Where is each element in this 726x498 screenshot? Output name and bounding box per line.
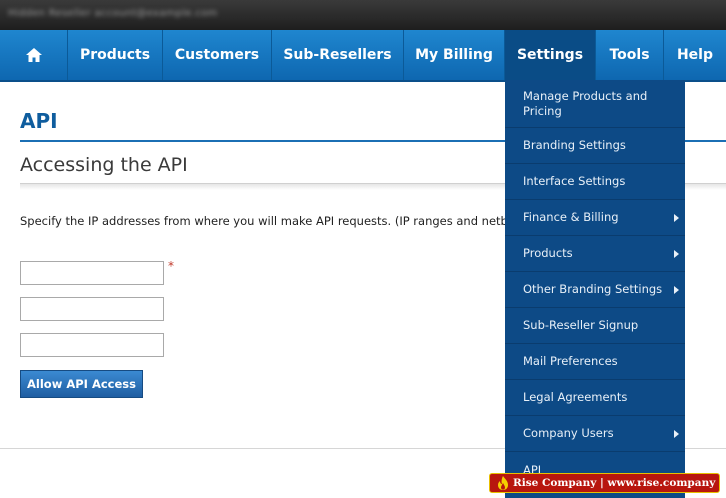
nav-sub-resellers[interactable]: Sub-Resellers [272,30,404,80]
section-title: Accessing the API [20,154,188,176]
ip-address-input-3[interactable] [20,333,164,357]
submenu-arrow-icon [674,429,679,438]
menu-item-products[interactable]: Products [505,236,685,272]
nav-settings[interactable]: Settings [505,30,596,80]
submenu-arrow-icon [674,213,679,222]
menu-item-legal-agreements[interactable]: Legal Agreements [505,380,685,416]
menu-item-label: Company Users [523,426,614,440]
menu-item-label: Sub-Reseller Signup [523,318,639,332]
settings-dropdown-menu: Manage Products and Pricing Branding Set… [505,80,685,498]
watermark-banner: Rise Company | www.rise.company [489,473,720,493]
nav-tools[interactable]: Tools [596,30,664,80]
menu-item-label: Branding Settings [523,138,626,152]
allow-api-access-button[interactable]: Allow API Access [20,370,143,398]
menu-item-mail-preferences[interactable]: Mail Preferences [505,344,685,380]
menu-item-interface-settings[interactable]: Interface Settings [505,164,685,200]
nav-products-label: Products [79,47,151,63]
flame-icon [498,476,508,490]
menu-item-label: Finance & Billing [523,210,619,224]
menu-item-label: Products [523,246,573,260]
logged-in-user-text: Hidden Reseller account@example.com [8,8,218,19]
nav-home[interactable] [0,30,68,80]
menu-item-label: Manage Products and Pricing [523,88,648,118]
required-marker: * [168,259,174,273]
menu-item-other-branding-settings[interactable]: Other Branding Settings [505,272,685,308]
nav-help-label: Help [676,47,714,63]
menu-item-label: Interface Settings [523,174,626,188]
nav-my-billing[interactable]: My Billing [404,30,505,80]
footer-divider-right [685,448,726,449]
main-nav: Products Customers Sub-Resellers My Bill… [0,30,726,82]
page-title: API [20,109,58,133]
submenu-arrow-icon [674,285,679,294]
ip-address-input-2[interactable] [20,297,164,321]
top-bar: Hidden Reseller account@example.com [0,0,726,30]
nav-sub-resellers-label: Sub-Resellers [283,47,392,63]
menu-item-sub-reseller-signup[interactable]: Sub-Reseller Signup [505,308,685,344]
menu-item-company-users[interactable]: Company Users [505,416,685,452]
menu-item-label: Legal Agreements [523,390,628,404]
menu-item-branding-settings[interactable]: Branding Settings [505,128,685,164]
ip-address-input-1[interactable] [20,261,164,285]
api-description: Specify the IP addresses from where you … [20,214,525,228]
nav-customers[interactable]: Customers [163,30,272,80]
watermark-text: Rise Company | www.rise.company [513,477,716,489]
nav-settings-label: Settings [516,47,584,63]
home-icon [25,48,42,62]
menu-item-label: Mail Preferences [523,354,618,368]
menu-item-manage-products-and-pricing[interactable]: Manage Products and Pricing [505,80,685,128]
menu-item-finance-billing[interactable]: Finance & Billing [505,200,685,236]
nav-help[interactable]: Help [664,30,726,80]
nav-tools-label: Tools [609,47,650,63]
nav-customers-label: Customers [174,47,260,63]
footer-divider [0,448,505,449]
nav-my-billing-label: My Billing [415,47,493,63]
nav-products[interactable]: Products [68,30,163,80]
submenu-arrow-icon [674,249,679,258]
menu-item-label: Other Branding Settings [523,282,663,296]
